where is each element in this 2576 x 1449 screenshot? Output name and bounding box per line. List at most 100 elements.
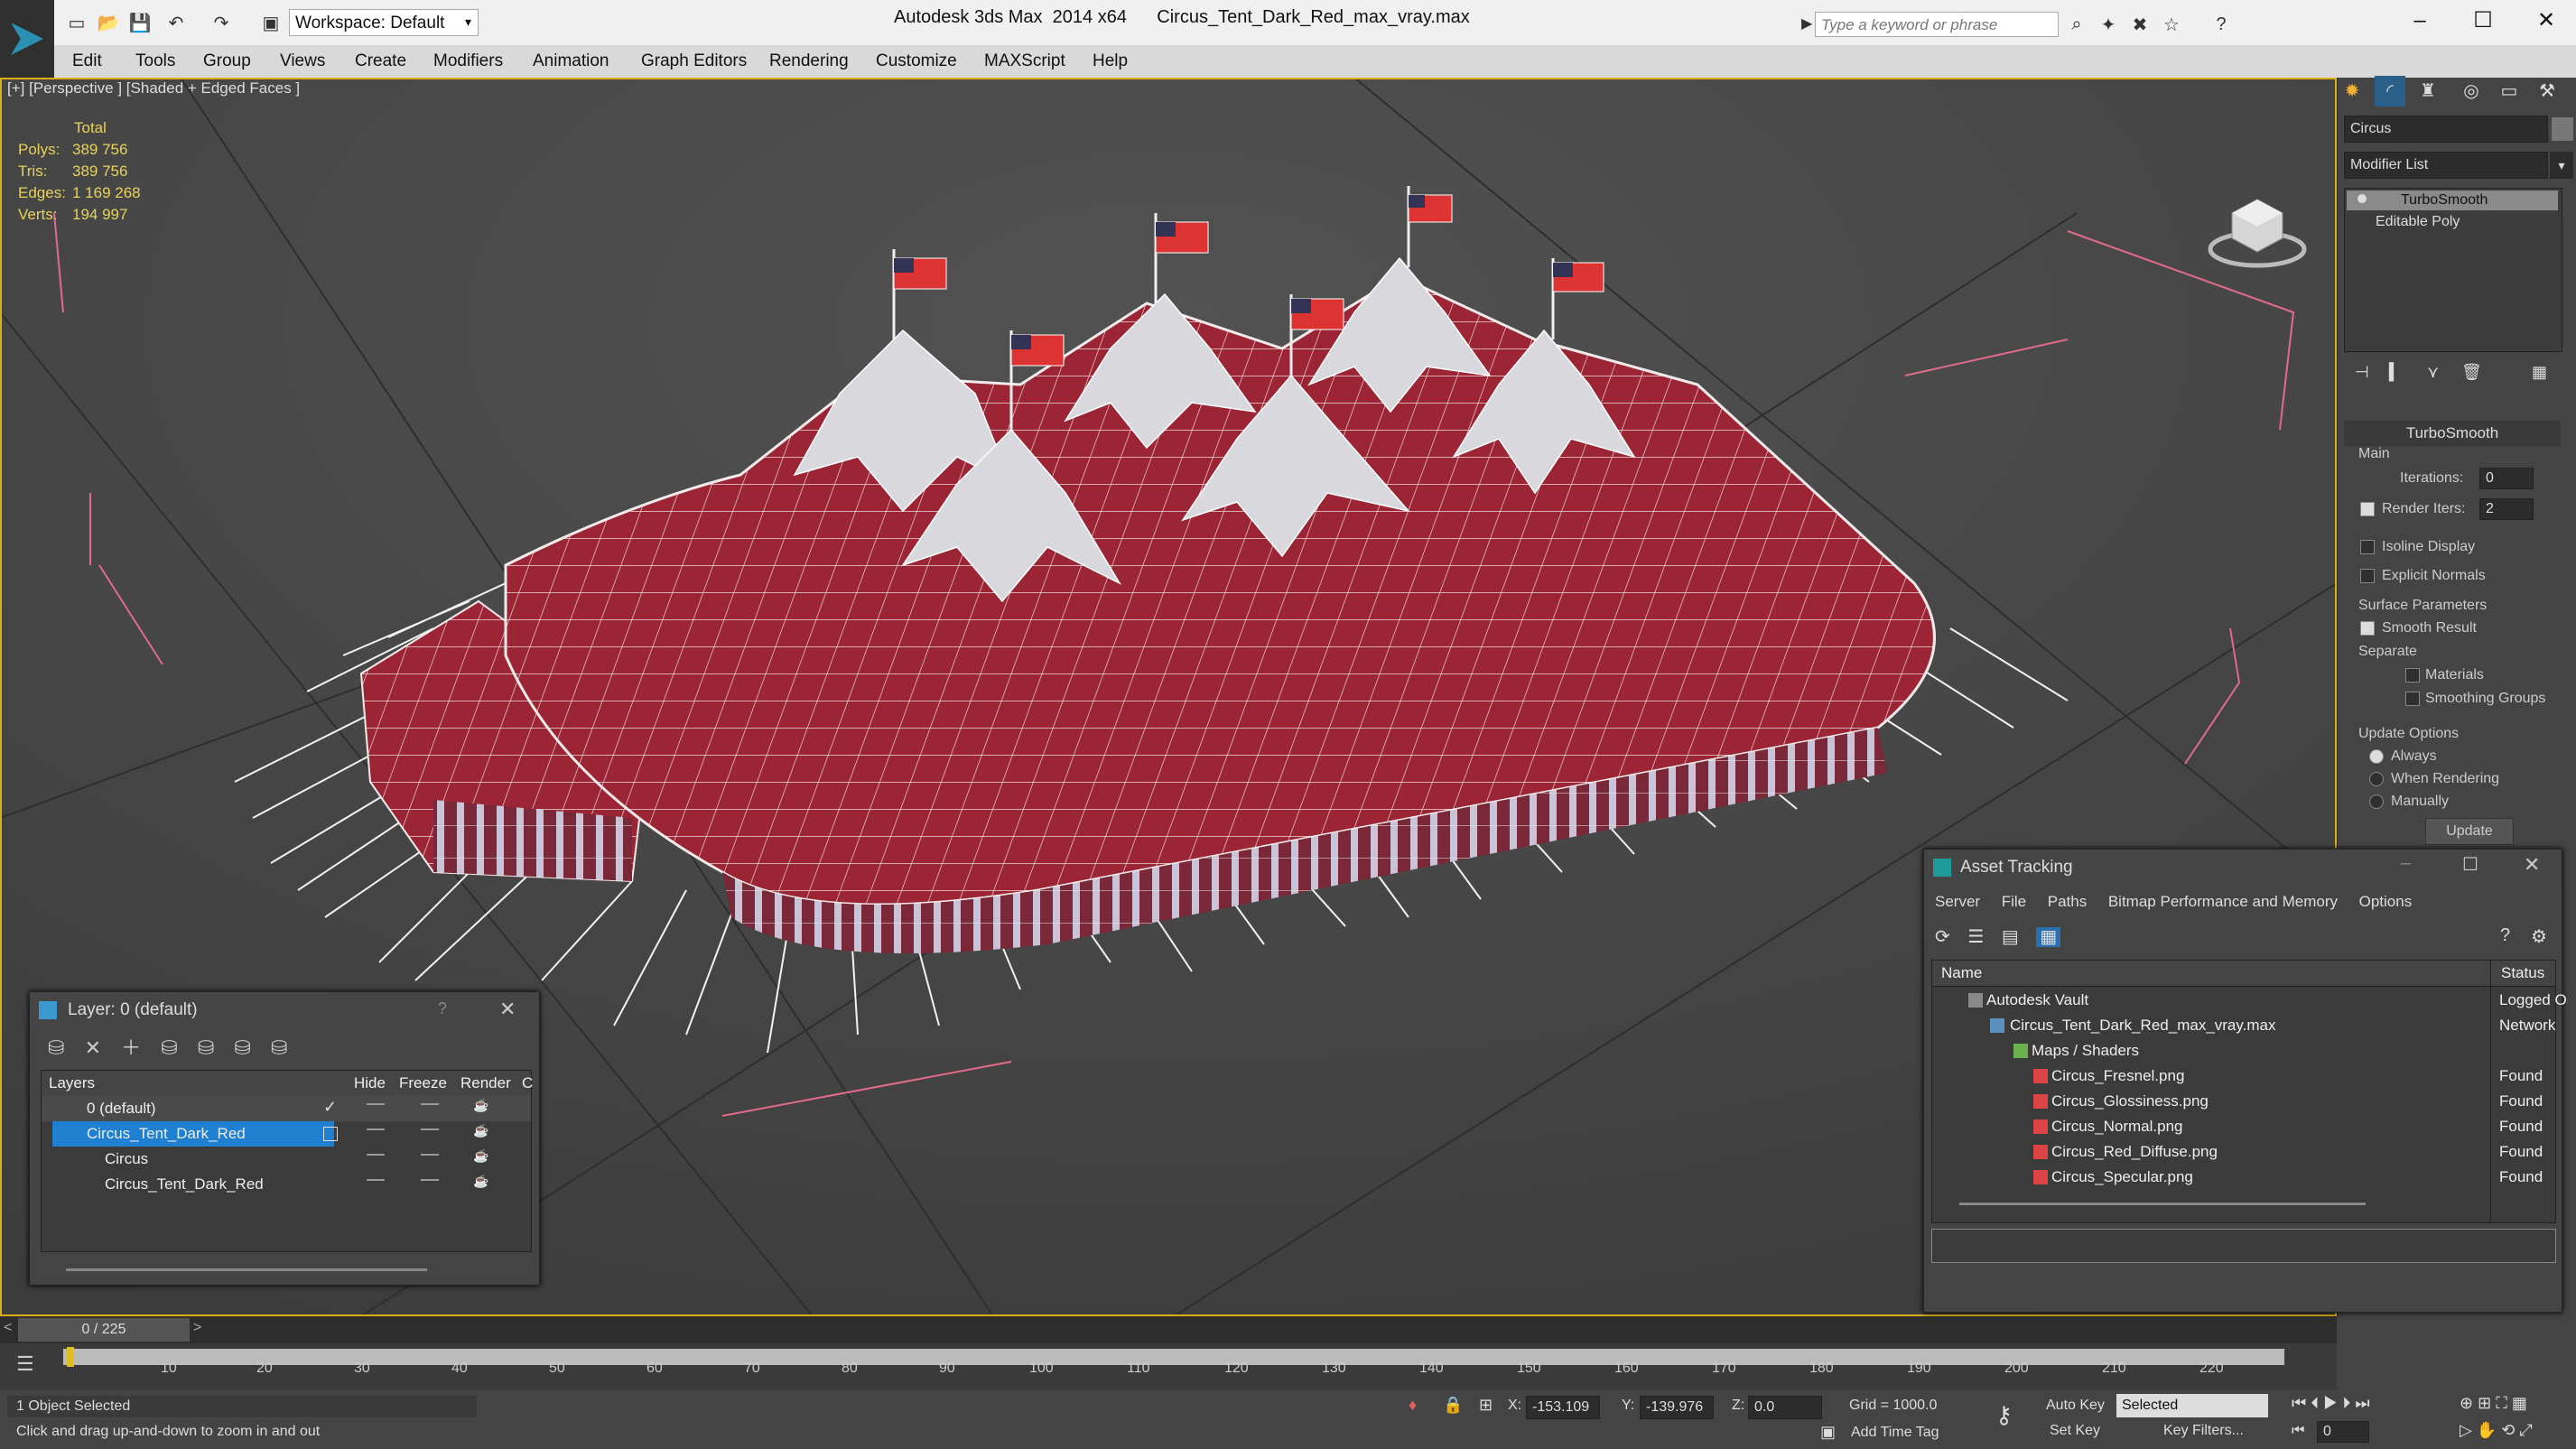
asset-row-file[interactable]: Circus_Glossiness.png	[2051, 1092, 2209, 1110]
zoom-icon[interactable]: ⊕	[2460, 1394, 2473, 1412]
render-iters-spinner[interactable]: 2	[2479, 498, 2534, 520]
go-to-start-icon[interactable]: ⏮	[2292, 1394, 2306, 1412]
redo-icon[interactable]: ↷	[208, 9, 235, 36]
menu-group[interactable]: Group	[203, 51, 251, 71]
hide-toggle[interactable]	[367, 1129, 385, 1130]
current-frame-marker[interactable]	[67, 1347, 74, 1367]
menu-rendering[interactable]: Rendering	[769, 51, 849, 71]
current-layer-box[interactable]	[323, 1127, 338, 1141]
layer-dialog-title[interactable]: Layer: 0 (default)	[30, 992, 539, 1028]
asset-row-file[interactable]: Circus_Fresnel.png	[2051, 1067, 2184, 1085]
chevron-down-icon[interactable]: ▾	[2550, 152, 2573, 179]
asset-row-file[interactable]: Circus_Specular.png	[2051, 1168, 2193, 1186]
menu-views[interactable]: Views	[280, 51, 325, 71]
asset-row-vault[interactable]: Autodesk Vault	[1986, 991, 2088, 1009]
teapot-render-icon[interactable]: ☕	[473, 1123, 488, 1138]
iterations-spinner[interactable]: 0	[2479, 468, 2534, 489]
project-folder-icon[interactable]: ▣	[257, 9, 284, 36]
key-icon[interactable]: ⚷	[1995, 1401, 2013, 1429]
time-slider[interactable]: < 0 / 225 >	[0, 1316, 2337, 1343]
undo-icon[interactable]: ↶	[163, 9, 190, 36]
next-frame-icon[interactable]: ⏵	[2342, 1394, 2350, 1412]
hide-toggle[interactable]	[367, 1103, 385, 1105]
zoom-extents-icon[interactable]: ⛶	[2496, 1394, 2507, 1412]
object-name-field[interactable]: Circus	[2344, 116, 2548, 143]
prev-frame-icon[interactable]: <	[4, 1320, 12, 1336]
delete-layer-icon[interactable]: ✕	[85, 1036, 101, 1059]
track-bar[interactable]: ☰	[0, 1343, 2337, 1390]
favorites-star-icon[interactable]: ☆	[2158, 11, 2185, 38]
close-button[interactable]: ✕	[2528, 7, 2564, 34]
key-filters-button[interactable]: Key Filters...	[2163, 1423, 2244, 1439]
close-icon[interactable]: ✕	[499, 998, 516, 1021]
play-icon[interactable]: ▶	[2323, 1394, 2338, 1412]
when-rendering-radio[interactable]	[2369, 772, 2384, 786]
select-objects-icon[interactable]: ⛁	[161, 1036, 177, 1059]
key-mode-icon[interactable]: ⏮	[2292, 1423, 2304, 1439]
always-radio[interactable]	[2369, 749, 2384, 764]
time-tag-icon[interactable]: ▣	[1820, 1423, 1836, 1442]
stack-item-turbosmooth[interactable]: TurboSmooth	[2347, 190, 2558, 210]
zoom-all-icon[interactable]: ⊞	[2478, 1394, 2491, 1412]
asset-path-field[interactable]	[1931, 1229, 2556, 1263]
isolate-icon[interactable]: ♦	[1409, 1396, 1417, 1415]
absolute-mode-icon[interactable]: ⊞	[1479, 1396, 1493, 1415]
selection-set-dropdown[interactable]: Selected	[2116, 1394, 2268, 1417]
explicit-normals-checkbox[interactable]	[2360, 569, 2375, 583]
freeze-toggle[interactable]	[421, 1179, 439, 1181]
help-icon[interactable]: ?	[2208, 11, 2235, 38]
freeze-toggle[interactable]	[421, 1154, 439, 1156]
set-key-button[interactable]: Set Key	[2050, 1423, 2100, 1439]
search-input[interactable]: Type a keyword or phrase	[1815, 12, 2059, 37]
menu-customize[interactable]: Customize	[876, 51, 957, 71]
help-icon[interactable]: ?	[2500, 925, 2510, 946]
menu-graph-editors[interactable]: Graph Editors	[641, 51, 747, 71]
menu-edit[interactable]: Edit	[72, 51, 102, 71]
lock-icon[interactable]: 🔒	[1443, 1396, 1463, 1415]
add-to-layer-icon[interactable]: ＋	[121, 1036, 141, 1059]
next-frame-icon[interactable]: >	[193, 1320, 201, 1336]
name-column-header[interactable]: Name	[1941, 964, 1982, 982]
highlight-layer-icon[interactable]: ⛁	[198, 1036, 214, 1059]
horizontal-scrollbar[interactable]	[1959, 1203, 2366, 1205]
minimize-button[interactable]: –	[2402, 7, 2438, 34]
menu-maxscript[interactable]: MAXScript	[984, 51, 1065, 71]
create-layer-icon[interactable]: ⛁	[48, 1036, 64, 1059]
utilities-tab-icon[interactable]: ⚒	[2532, 76, 2562, 107]
pan-icon[interactable]: ✋	[2477, 1421, 2497, 1439]
viewport-label[interactable]: [+] [Perspective ] [Shaded + Edged Faces…	[7, 79, 300, 98]
menu-file[interactable]: File	[2002, 893, 2026, 910]
motion-tab-icon[interactable]: ◎	[2456, 76, 2487, 107]
teapot-render-icon[interactable]: ☕	[473, 1174, 488, 1189]
manually-radio[interactable]	[2369, 794, 2384, 809]
list-view-icon[interactable]: ☰	[1967, 927, 1984, 947]
make-unique-icon[interactable]: ⋎	[2427, 363, 2439, 382]
menu-bitmap-performance[interactable]: Bitmap Performance and Memory	[2108, 893, 2338, 910]
layers-column-header[interactable]: Layers	[49, 1074, 95, 1092]
freeze-toggle[interactable]	[421, 1129, 439, 1130]
settings-icon[interactable]: ⚙	[2531, 925, 2547, 948]
tree-view-icon[interactable]: ▤	[2002, 927, 2019, 947]
display-tab-icon[interactable]: ▭	[2494, 76, 2525, 107]
hierarchy-tab-icon[interactable]: ♜	[2413, 76, 2443, 107]
render-iters-checkbox[interactable]	[2360, 502, 2375, 516]
status-column-header[interactable]: Status	[2501, 964, 2544, 982]
auto-key-button[interactable]: Auto Key	[2046, 1398, 2105, 1414]
hide-all-icon[interactable]: ⛁	[234, 1036, 250, 1059]
add-time-tag-button[interactable]: Add Time Tag	[1851, 1425, 1939, 1441]
asset-row-maps[interactable]: Maps / Shaders	[2032, 1042, 2139, 1060]
binoculars-icon[interactable]: ⌕	[2063, 11, 2090, 38]
previous-frame-icon[interactable]: ⏴	[2311, 1394, 2319, 1412]
materials-checkbox[interactable]	[2405, 668, 2420, 683]
menu-help[interactable]: Help	[1093, 51, 1128, 71]
maximize-button[interactable]: ☐	[2462, 853, 2478, 876]
render-column-header[interactable]: Render	[460, 1074, 511, 1092]
app-logo[interactable]	[0, 0, 54, 78]
current-frame-field[interactable]: 0	[2317, 1421, 2369, 1443]
update-button[interactable]: Update	[2425, 818, 2514, 845]
play-arrow-icon[interactable]: ▶	[1801, 14, 1812, 33]
modify-tab-icon[interactable]: ◜	[2375, 76, 2405, 107]
menu-tools[interactable]: Tools	[135, 51, 175, 71]
isoline-display-checkbox[interactable]	[2360, 540, 2375, 554]
bulb-icon[interactable]	[2357, 194, 2367, 203]
